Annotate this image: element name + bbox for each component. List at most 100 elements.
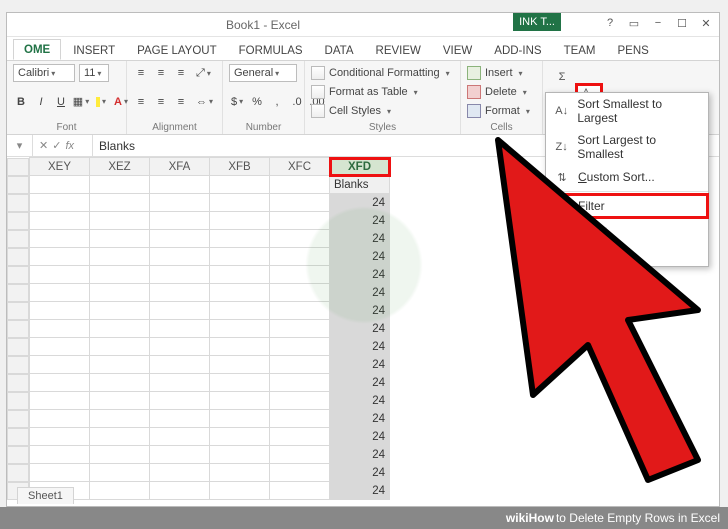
cell[interactable]: 24 — [330, 392, 390, 410]
align-bottom-icon[interactable]: ≡ — [173, 64, 189, 82]
conditional-formatting-button[interactable]: Conditional Formatting — [311, 64, 454, 82]
cell[interactable] — [270, 194, 330, 212]
cell[interactable]: 24 — [330, 482, 390, 500]
cell[interactable] — [90, 302, 150, 320]
merge-icon[interactable]: ⇔ — [193, 93, 216, 111]
row-header[interactable] — [7, 338, 29, 356]
cell[interactable] — [90, 464, 150, 482]
cell[interactable] — [90, 338, 150, 356]
font-name-select[interactable]: Calibri — [13, 64, 75, 82]
align-top-icon[interactable]: ≡ — [133, 64, 149, 82]
autosum-icon[interactable]: Σ — [553, 68, 571, 86]
sheet-tab[interactable]: Sheet1 — [17, 487, 74, 504]
cell[interactable]: 24 — [330, 428, 390, 446]
row-header[interactable] — [7, 356, 29, 374]
cell[interactable] — [270, 176, 330, 194]
fx-icon[interactable]: fx — [65, 140, 74, 152]
cell[interactable] — [150, 392, 210, 410]
cell[interactable]: 24 — [330, 410, 390, 428]
column-header[interactable]: XEZ — [90, 158, 150, 176]
cell[interactable] — [270, 410, 330, 428]
cell[interactable] — [150, 446, 210, 464]
cell[interactable] — [270, 482, 330, 500]
row-header[interactable] — [7, 410, 29, 428]
comma-icon[interactable]: , — [269, 93, 285, 111]
ribbon-display-icon[interactable]: ▭ — [625, 15, 643, 31]
cell[interactable] — [270, 464, 330, 482]
column-header[interactable]: XFA — [150, 158, 210, 176]
cell[interactable] — [150, 482, 210, 500]
percent-icon[interactable]: % — [249, 93, 265, 111]
column-header[interactable]: XFD — [330, 158, 390, 176]
cell[interactable] — [210, 284, 270, 302]
cell[interactable] — [90, 176, 150, 194]
minimize-icon[interactable]: − — [649, 15, 667, 31]
row-header[interactable] — [7, 284, 29, 302]
tab-addins[interactable]: ADD-INS — [484, 41, 551, 60]
row-header[interactable] — [7, 176, 29, 194]
cell[interactable] — [90, 320, 150, 338]
cell[interactable] — [210, 248, 270, 266]
cell[interactable] — [210, 410, 270, 428]
cell[interactable] — [30, 356, 90, 374]
row-header[interactable] — [7, 248, 29, 266]
cell[interactable] — [270, 284, 330, 302]
cell[interactable] — [150, 248, 210, 266]
cell[interactable] — [30, 194, 90, 212]
cell[interactable] — [90, 230, 150, 248]
name-box-dropdown-icon[interactable]: ▾ — [7, 135, 33, 156]
cell[interactable]: 24 — [330, 338, 390, 356]
underline-button[interactable]: U — [53, 93, 69, 111]
cell[interactable] — [90, 284, 150, 302]
row-header[interactable] — [7, 374, 29, 392]
cell[interactable] — [90, 482, 150, 500]
row-header[interactable] — [7, 320, 29, 338]
cell[interactable] — [270, 356, 330, 374]
cell[interactable] — [30, 374, 90, 392]
cell[interactable] — [270, 392, 330, 410]
fill-color-button[interactable] — [93, 93, 109, 111]
cell[interactable] — [150, 428, 210, 446]
menu-sort-desc[interactable]: Z↓Sort Largest to Smallest — [546, 129, 708, 165]
cell[interactable] — [150, 338, 210, 356]
cell[interactable] — [90, 428, 150, 446]
cell[interactable] — [210, 320, 270, 338]
tab-view[interactable]: VIEW — [433, 41, 482, 60]
cell[interactable] — [270, 320, 330, 338]
cell[interactable] — [270, 374, 330, 392]
tab-pens[interactable]: PENS — [608, 41, 659, 60]
cell[interactable] — [150, 266, 210, 284]
column-header[interactable]: XFC — [270, 158, 330, 176]
cell[interactable]: 24 — [330, 212, 390, 230]
cell[interactable]: 24 — [330, 266, 390, 284]
align-middle-icon[interactable]: ≡ — [153, 64, 169, 82]
cell[interactable]: 24 — [330, 320, 390, 338]
cell[interactable]: 24 — [330, 248, 390, 266]
cell[interactable] — [90, 194, 150, 212]
row-header[interactable] — [7, 266, 29, 284]
cell[interactable] — [210, 194, 270, 212]
cell[interactable] — [150, 374, 210, 392]
cell[interactable] — [210, 428, 270, 446]
cell[interactable] — [150, 176, 210, 194]
align-right-icon[interactable]: ≡ — [173, 93, 189, 111]
cell[interactable] — [270, 212, 330, 230]
cell[interactable] — [90, 356, 150, 374]
tab-insert[interactable]: INSERT — [63, 41, 125, 60]
cell[interactable] — [90, 212, 150, 230]
select-all-corner[interactable] — [7, 158, 29, 176]
cell[interactable] — [30, 230, 90, 248]
cell[interactable] — [210, 356, 270, 374]
cell[interactable]: 24 — [330, 230, 390, 248]
cell[interactable] — [270, 302, 330, 320]
cell[interactable] — [210, 338, 270, 356]
row-header[interactable] — [7, 446, 29, 464]
insert-button[interactable]: Insert — [467, 64, 536, 82]
italic-button[interactable]: I — [33, 93, 49, 111]
cell[interactable] — [150, 410, 210, 428]
cell-styles-button[interactable]: Cell Styles — [311, 102, 454, 120]
cell[interactable] — [270, 266, 330, 284]
increase-decimal-icon[interactable]: .0 — [289, 93, 305, 111]
cell[interactable]: 24 — [330, 194, 390, 212]
tab-team[interactable]: TEAM — [554, 41, 606, 60]
